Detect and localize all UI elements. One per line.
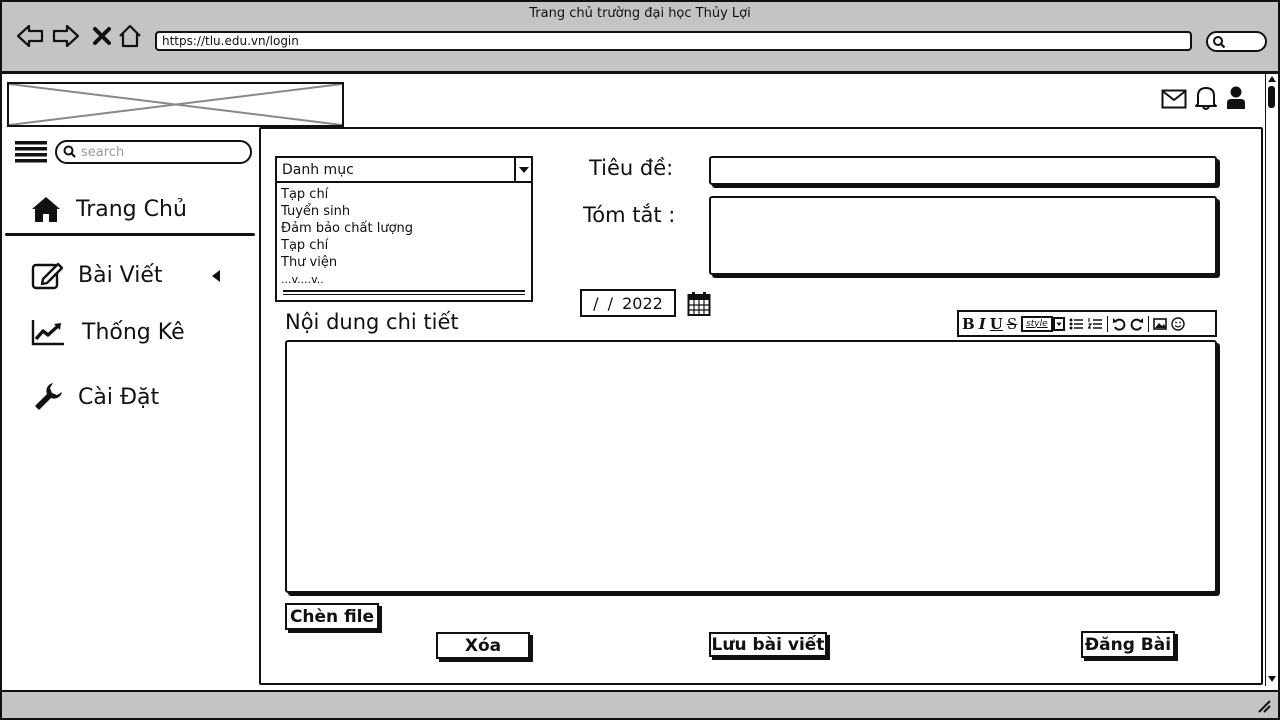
sidebar-item-label: Trang Chủ	[76, 196, 187, 222]
search-icon	[1213, 36, 1226, 49]
attach-file-button[interactable]: Chèn file	[285, 603, 379, 630]
content-label: Nội dung chi tiết	[285, 310, 459, 334]
sidebar-item-label: Cài Đặt	[78, 384, 160, 410]
bullet-list-icon[interactable]	[1069, 317, 1084, 331]
redo-icon[interactable]	[1130, 317, 1144, 331]
sidebar-search-input[interactable]: search	[55, 140, 252, 164]
browser-search-box[interactable]	[1206, 31, 1267, 52]
logo-placeholder	[7, 82, 344, 127]
category-select[interactable]: Danh mục	[275, 156, 533, 183]
category-select-value: Danh mục	[282, 161, 354, 178]
chevron-down-icon[interactable]	[1052, 316, 1065, 331]
sidebar-item-bai-viet[interactable]: Bài Viết	[30, 260, 163, 290]
emoji-icon[interactable]	[1170, 316, 1185, 331]
title-label: Tiêu đề:	[589, 156, 674, 180]
edit-icon	[30, 260, 66, 290]
publish-button[interactable]: Đăng Bài	[1081, 631, 1175, 658]
stop-icon[interactable]	[87, 22, 117, 50]
home-icon	[28, 195, 64, 223]
style-select[interactable]: style	[1021, 315, 1053, 332]
forward-icon[interactable]	[51, 22, 81, 50]
delete-button[interactable]: Xóa	[436, 632, 530, 659]
numbered-list-icon[interactable]	[1087, 317, 1103, 331]
category-option[interactable]: Đảm bảo chất lượng	[281, 220, 527, 237]
chart-line-icon	[30, 318, 66, 346]
category-option[interactable]: Tạp chí	[281, 237, 527, 254]
hamburger-menu-icon[interactable]	[14, 140, 48, 166]
wrench-icon	[30, 380, 66, 414]
undo-icon[interactable]	[1112, 317, 1126, 331]
save-post-button[interactable]: Lưu bài viết	[709, 632, 827, 657]
mail-icon[interactable]	[1161, 88, 1187, 110]
strikethrough-button[interactable]: S	[1007, 315, 1017, 333]
category-option[interactable]: Tạp chí	[281, 186, 527, 203]
summary-label: Tóm tắt :	[583, 203, 676, 227]
category-option[interactable]: Thư viện	[281, 254, 527, 271]
date-input[interactable]: / / 2022	[580, 289, 676, 317]
status-bar	[0, 690, 1280, 720]
bold-button[interactable]: B	[962, 315, 975, 333]
title-input[interactable]	[709, 156, 1217, 185]
scrollbar-thumb[interactable]	[1268, 86, 1275, 108]
back-icon[interactable]	[15, 22, 45, 50]
toolbar-separator	[1106, 315, 1108, 332]
category-option[interactable]: ...v....v..	[281, 271, 527, 288]
italic-button[interactable]: I	[979, 315, 986, 333]
scrollbar[interactable]	[1265, 74, 1278, 686]
rich-text-toolbar: B I U S style	[957, 310, 1217, 337]
sidebar-item-label: Thống Kê	[82, 319, 185, 345]
sidebar-item-thong-ke[interactable]: Thống Kê	[30, 318, 185, 346]
sidebar-item-cai-dat[interactable]: Cài Đặt	[30, 380, 159, 414]
user-icon[interactable]	[1226, 86, 1246, 110]
dropdown-list-scroll-edge	[283, 290, 525, 295]
bell-icon[interactable]	[1194, 85, 1218, 111]
resize-grip-icon[interactable]	[1256, 698, 1272, 714]
home-nav-icon[interactable]	[115, 22, 145, 50]
search-icon	[63, 145, 76, 158]
image-icon[interactable]	[1152, 317, 1167, 330]
content-editor[interactable]	[285, 340, 1217, 593]
url-bar[interactable]: https://tlu.edu.vn/login	[155, 31, 1192, 51]
caret-left-icon[interactable]	[211, 269, 221, 283]
active-item-indicator	[5, 233, 255, 236]
sidebar-search-placeholder: search	[81, 144, 125, 160]
toolbar-separator	[1147, 315, 1149, 332]
underline-button[interactable]: U	[990, 315, 1003, 333]
calendar-icon[interactable]	[687, 291, 711, 317]
window-title: Trang chủ trường đại học Thủy Lợi	[529, 6, 751, 21]
sidebar-item-trang-chu[interactable]: Trang Chủ	[28, 195, 187, 223]
sidebar-item-label: Bài Viết	[78, 262, 163, 288]
chevron-down-icon[interactable]	[514, 158, 531, 181]
category-option[interactable]: Tuyển sinh	[281, 203, 527, 220]
category-dropdown-list: Tạp chí Tuyển sinh Đảm bảo chất lượng Tạ…	[275, 183, 533, 302]
summary-textarea[interactable]	[709, 196, 1217, 275]
